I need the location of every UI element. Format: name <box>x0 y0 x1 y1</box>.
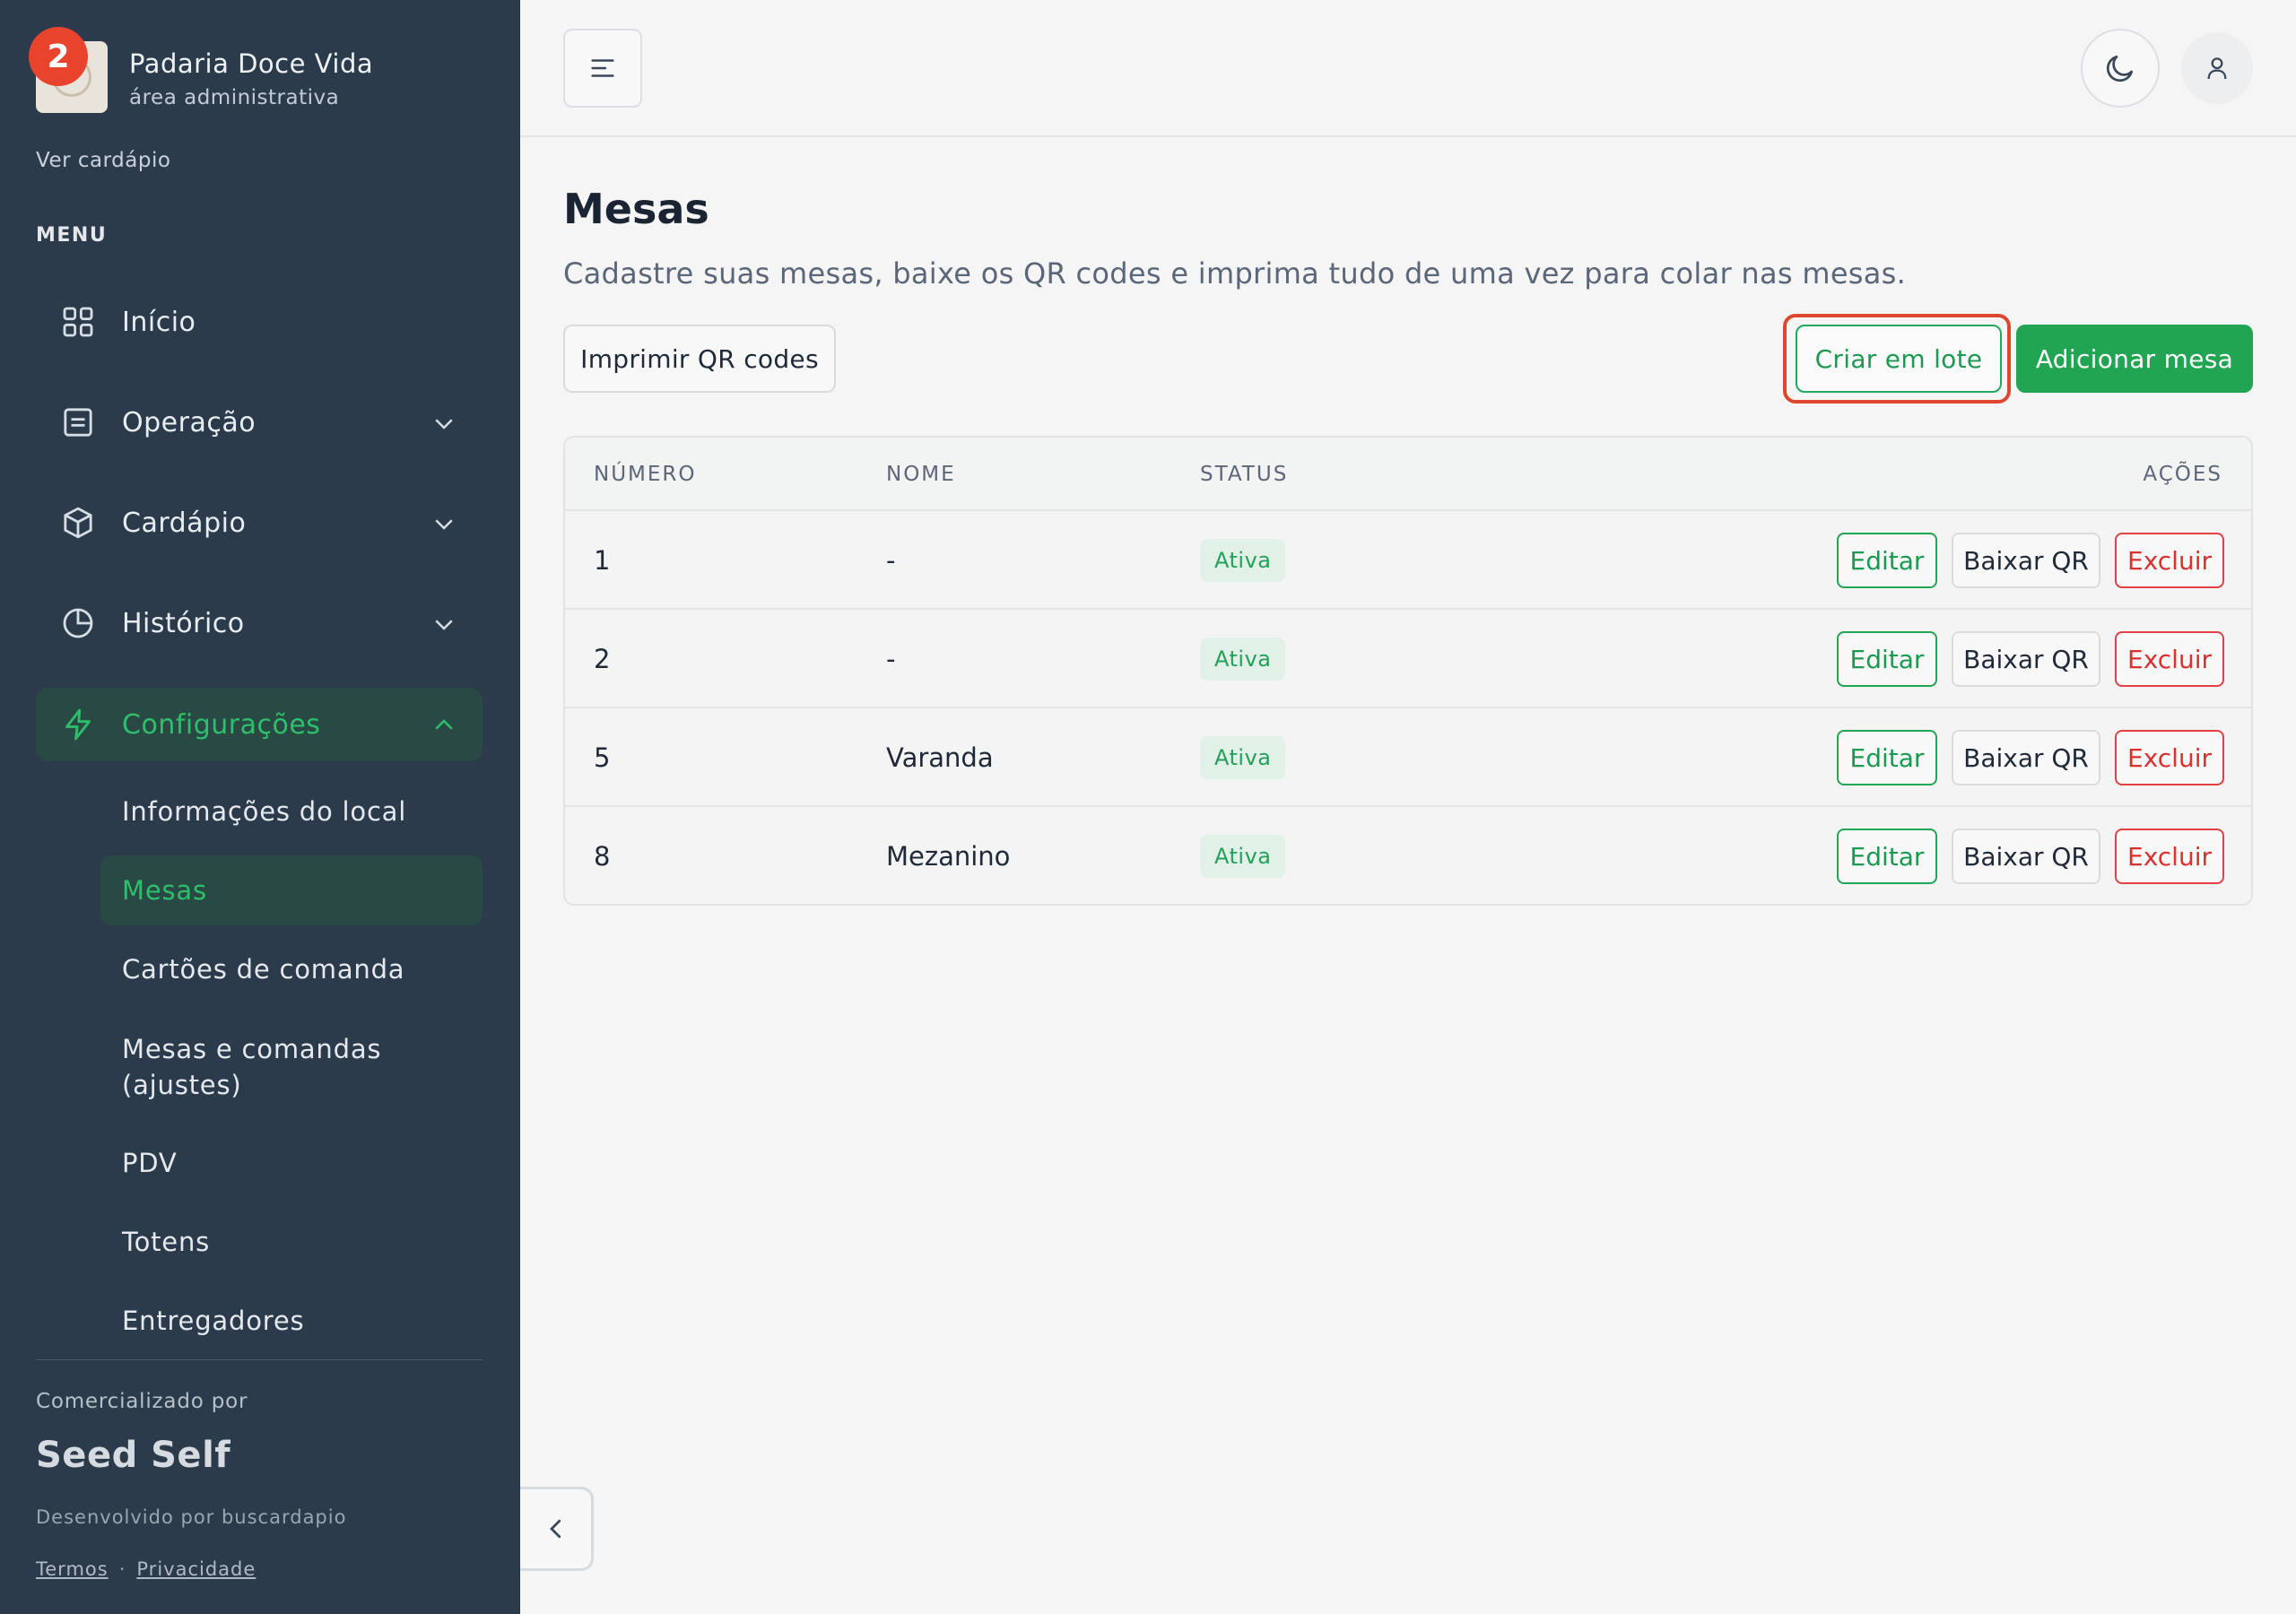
sidebar-item-label: Operação <box>122 406 257 438</box>
brand-logo[interactable]: 2 <box>29 27 108 113</box>
pie-chart-icon <box>59 604 97 642</box>
terms-link[interactable]: Termos <box>36 1558 109 1580</box>
sidebar-subitem-mesas[interactable]: Mesas <box>100 855 483 925</box>
cell-name: - <box>886 545 896 576</box>
sidebar: 2 Padaria Doce Vida área administrativa … <box>0 0 520 1614</box>
lightning-icon <box>59 706 97 743</box>
chevron-down-icon <box>435 519 453 530</box>
sidebar-divider <box>36 1359 483 1360</box>
sidebar-item-configuracoes[interactable]: Configurações <box>36 688 483 761</box>
status-badge: Ativa <box>1200 539 1286 582</box>
sidebar-item-cardapio[interactable]: Cardápio <box>36 486 483 560</box>
document-icon <box>59 404 97 441</box>
chevron-down-icon <box>435 419 453 430</box>
sidebar-subitem-informacoes[interactable]: Informações do local <box>100 777 483 846</box>
sidebar-item-operacao[interactable]: Operação <box>36 386 483 459</box>
privacy-link[interactable]: Privacidade <box>136 1558 256 1580</box>
developed-by-label: Desenvolvido por buscardapio <box>36 1506 347 1528</box>
company-name: Seed Self <box>36 1435 231 1476</box>
page-description: Cadastre suas mesas, baixe os QR codes e… <box>563 256 1907 291</box>
sidebar-item-label: Início <box>122 306 196 338</box>
download-qr-button[interactable]: Baixar QR <box>1952 533 2100 588</box>
footer-links: Termos · Privacidade <box>36 1558 256 1580</box>
page-title: Mesas <box>563 185 709 233</box>
delete-button[interactable]: Excluir <box>2115 829 2224 884</box>
sold-by-label: Comercializado por <box>36 1390 248 1413</box>
sidebar-item-label: Histórico <box>122 607 245 639</box>
print-qr-codes-button[interactable]: Imprimir QR codes <box>563 325 836 393</box>
menu-icon <box>591 59 614 77</box>
sidebar-subitem-totens[interactable]: Totens <box>100 1207 483 1277</box>
user-icon <box>2207 57 2227 80</box>
download-qr-button[interactable]: Baixar QR <box>1952 829 2100 884</box>
menu-section-label: MENU <box>36 224 108 247</box>
moon-icon <box>2106 55 2134 82</box>
theme-toggle-button[interactable] <box>2081 29 2160 108</box>
delete-button[interactable]: Excluir <box>2115 730 2224 785</box>
status-badge: Ativa <box>1200 638 1286 681</box>
box-icon <box>59 504 97 542</box>
brand: 2 Padaria Doce Vida área administrativa <box>29 27 374 113</box>
cell-name: - <box>886 644 896 674</box>
status-badge: Ativa <box>1200 736 1286 779</box>
sidebar-subitem-cartoes[interactable]: Cartões de comanda <box>100 934 483 1004</box>
sidebar-subitem-entregadores[interactable]: Entregadores <box>100 1286 483 1356</box>
edit-button[interactable]: Editar <box>1837 533 1937 588</box>
header-name[interactable]: NOME <box>886 463 956 486</box>
cell-number: 8 <box>594 841 611 872</box>
sidebar-item-label: Cardápio <box>122 507 247 539</box>
chevron-up-icon <box>435 719 453 730</box>
table-row: 8 Mezanino Ativa Editar Baixar QR Exclui… <box>565 807 2251 904</box>
notification-badge[interactable]: 2 <box>29 27 88 86</box>
brand-subtitle: área administrativa <box>129 86 340 109</box>
header-status[interactable]: STATUS <box>1200 463 1288 486</box>
edit-button[interactable]: Editar <box>1837 631 1937 687</box>
table-row: 2 - Ativa Editar Baixar QR Excluir <box>565 610 2251 708</box>
tables-table: NÚMERO NOME STATUS AÇÕES 1 - Ativa Edita… <box>563 436 2253 906</box>
download-qr-button[interactable]: Baixar QR <box>1952 730 2100 785</box>
add-table-button[interactable]: Adicionar mesa <box>2016 325 2253 393</box>
sidebar-item-label: Configurações <box>122 708 321 741</box>
cell-name: Varanda <box>886 742 994 773</box>
delete-button[interactable]: Excluir <box>2115 533 2224 588</box>
menu-toggle-button[interactable] <box>563 29 642 108</box>
cell-number: 1 <box>594 545 611 576</box>
chevron-down-icon <box>435 620 453 630</box>
header-number[interactable]: NÚMERO <box>594 463 697 486</box>
table-row: 5 Varanda Ativa Editar Baixar QR Excluir <box>565 708 2251 807</box>
edit-button[interactable]: Editar <box>1837 829 1937 884</box>
header-actions: AÇÕES <box>2143 463 2222 486</box>
sidebar-subitem-mesas-comandas[interactable]: Mesas e comandas (ajustes) <box>100 1024 483 1110</box>
cell-number: 2 <box>594 644 611 674</box>
status-badge: Ativa <box>1200 835 1286 878</box>
collapse-sidebar-button[interactable] <box>520 1487 594 1571</box>
table-header: NÚMERO NOME STATUS AÇÕES <box>565 438 2251 511</box>
user-menu-button[interactable] <box>2181 32 2253 104</box>
cell-name: Mezanino <box>886 841 1011 872</box>
delete-button[interactable]: Excluir <box>2115 631 2224 687</box>
batch-create-button[interactable]: Criar em lote <box>1796 325 2002 393</box>
download-qr-button[interactable]: Baixar QR <box>1952 631 2100 687</box>
grid-icon <box>59 303 97 341</box>
brand-name: Padaria Doce Vida <box>129 48 374 79</box>
edit-button[interactable]: Editar <box>1837 730 1937 785</box>
sidebar-subitem-pdv[interactable]: PDV <box>100 1128 483 1198</box>
cell-number: 5 <box>594 742 611 773</box>
chevron-left-icon <box>549 1519 561 1539</box>
topbar <box>520 0 2296 137</box>
view-menu-link[interactable]: Ver cardápio <box>36 149 170 172</box>
sidebar-item-inicio[interactable]: Início <box>36 285 483 359</box>
table-row: 1 - Ativa Editar Baixar QR Excluir <box>565 511 2251 610</box>
footer-separator: · <box>118 1558 126 1580</box>
sidebar-item-historico[interactable]: Histórico <box>36 586 483 660</box>
